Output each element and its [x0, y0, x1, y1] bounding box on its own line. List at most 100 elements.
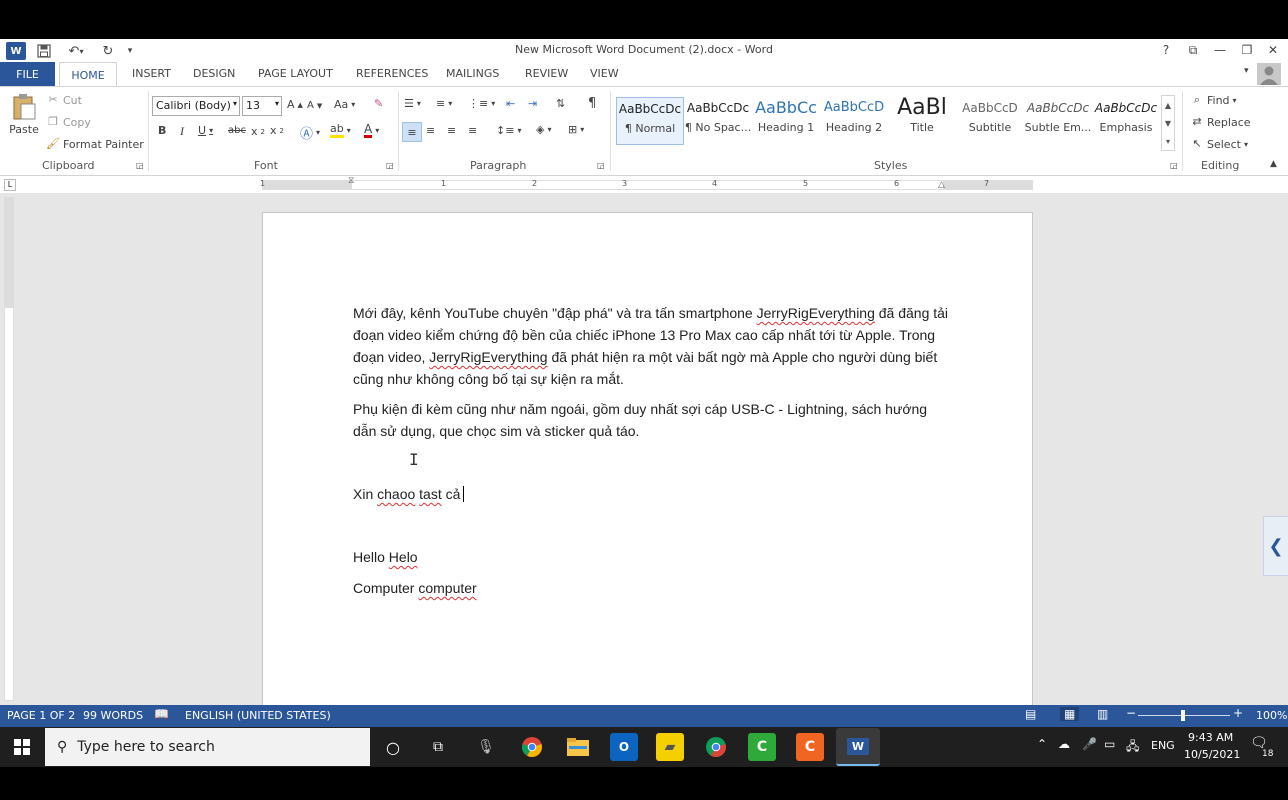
restore-button[interactable]: ❐	[1236, 41, 1258, 59]
cortana-icon[interactable]: ○	[379, 733, 407, 761]
file-explorer-icon[interactable]	[564, 733, 592, 761]
cloud-icon[interactable]: ☁	[1058, 737, 1070, 751]
recorder-icon[interactable]: C	[796, 733, 824, 761]
tab-references[interactable]: REFERENCES	[356, 67, 428, 80]
zoom-out-icon[interactable]: −	[1126, 706, 1136, 720]
find-button[interactable]: ⌕ Find ▾	[1190, 93, 1237, 107]
network-icon[interactable]: 🖧	[1126, 737, 1139, 758]
side-panel-toggle-icon[interactable]: ❮	[1263, 516, 1288, 576]
style-subtitle[interactable]: AaBbCcD Subtitle	[956, 97, 1024, 145]
increase-indent-icon[interactable]: ⇥	[528, 97, 537, 110]
paragraph-4[interactable]: Hello Helo	[353, 546, 953, 568]
bold-button[interactable]: B	[158, 124, 166, 137]
account-dropdown-icon[interactable]: ▾	[1244, 66, 1249, 76]
tab-insert[interactable]: INSERT	[132, 67, 171, 80]
select-button[interactable]: ↖ Select ▾	[1190, 137, 1248, 151]
document-page[interactable]: Mới đây, kênh YouTube chuyên "đập phá" v…	[262, 212, 1033, 712]
input-language[interactable]: ENG	[1151, 739, 1175, 752]
tab-file[interactable]: FILE	[0, 62, 55, 86]
align-center-button[interactable]: ≡	[426, 124, 435, 137]
style-no-spacing[interactable]: AaBbCcDc ¶ No Spac...	[684, 97, 752, 145]
outlook-icon[interactable]: O	[610, 733, 638, 761]
taskbar-search[interactable]: ⚲ Type here to search	[45, 728, 370, 766]
shrink-font-button[interactable]: A ▼	[307, 100, 322, 111]
start-button[interactable]	[0, 727, 44, 767]
text-effects-icon[interactable]: Ⓐ ▾	[300, 123, 320, 142]
subscript-button[interactable]: x2	[251, 125, 265, 138]
ribbon-display-options-button[interactable]: ⧉	[1182, 41, 1204, 59]
language-indicator[interactable]: ENGLISH (UNITED STATES)	[185, 709, 331, 722]
style-title[interactable]: AaBl Title	[888, 97, 956, 145]
help-button[interactable]: ?	[1155, 41, 1177, 59]
format-painter-button[interactable]: 🖌 Format Painter	[46, 137, 144, 151]
word-count[interactable]: 99 WORDS	[83, 709, 143, 722]
zoom-in-icon[interactable]: +	[1233, 706, 1243, 720]
line-spacing-button[interactable]: ↕≡ ▾	[496, 124, 521, 137]
sort-icon[interactable]: ⇅	[556, 97, 565, 110]
tab-page-layout[interactable]: PAGE LAYOUT	[258, 67, 333, 80]
tab-mailings[interactable]: MAILINGS	[446, 67, 499, 80]
cut-button[interactable]: ✂ Cut	[46, 93, 82, 107]
italic-button[interactable]: I	[180, 124, 184, 139]
indent-marker-icon[interactable]: ⧖	[348, 176, 354, 186]
shading-button[interactable]: ◈ ▾	[536, 123, 551, 136]
highlight-color-button[interactable]: ab ▾	[330, 123, 351, 138]
strikethrough-button[interactable]: abc	[228, 125, 246, 136]
show-hide-formatting-icon[interactable]: ¶	[588, 96, 596, 111]
justify-button[interactable]: ≡	[468, 124, 477, 137]
style-normal[interactable]: AaBbCcDc ¶ Normal	[616, 97, 684, 145]
grow-font-button[interactable]: A ▲	[287, 98, 303, 111]
zoom-slider-thumb[interactable]	[1181, 710, 1185, 721]
align-right-button[interactable]: ≡	[447, 124, 456, 137]
align-left-button[interactable]: ≡	[402, 122, 422, 142]
read-mode-icon[interactable]: ▤	[1025, 707, 1036, 721]
bullets-button[interactable]: ☰ ▾	[404, 97, 421, 110]
paste-button[interactable]: Paste	[8, 93, 40, 136]
paragraph-dialog-launcher-icon[interactable]: ◲	[597, 161, 605, 170]
task-view-icon[interactable]: ⧉	[424, 733, 452, 761]
font-color-button[interactable]: A ▾	[364, 123, 379, 138]
paragraph-1[interactable]: Mới đây, kênh YouTube chuyên "đập phá" v…	[353, 302, 953, 390]
avatar[interactable]	[1257, 63, 1281, 85]
font-size-combo[interactable]: 13 ▾	[242, 96, 282, 116]
styles-dialog-launcher-icon[interactable]: ◲	[1170, 161, 1178, 170]
style-subtle-emphasis[interactable]: AaBbCcDc Subtle Em...	[1024, 97, 1092, 145]
battery-icon[interactable]: ▭	[1104, 737, 1115, 751]
proofing-icon[interactable]: 📖	[154, 707, 169, 721]
clock-time[interactable]: 9:43 AM	[1188, 731, 1233, 744]
style-emphasis[interactable]: AaBbCcDc Emphasis	[1092, 97, 1160, 145]
clipboard-dialog-launcher-icon[interactable]: ◲	[136, 161, 144, 170]
style-heading-1[interactable]: AaBbCc Heading 1	[752, 97, 820, 145]
right-indent-marker-icon[interactable]: △	[938, 180, 945, 190]
close-button[interactable]: ✕	[1262, 41, 1284, 59]
underline-button[interactable]: U ▾	[198, 124, 213, 137]
font-dialog-launcher-icon[interactable]: ◲	[386, 161, 394, 170]
page-count[interactable]: PAGE 1 OF 2	[7, 709, 75, 722]
paragraph-3[interactable]: Xin chaoo tast cả​	[353, 483, 953, 505]
horizontal-ruler[interactable]: 1 1 2 3 4 5 6 7 ⧖ △	[260, 176, 1033, 190]
font-name-combo[interactable]: Calibri (Body) ▾	[152, 96, 240, 116]
superscript-button[interactable]: x2	[270, 124, 284, 137]
tab-design[interactable]: DESIGN	[193, 67, 235, 80]
camtasia-icon[interactable]: C	[748, 733, 776, 761]
copy-button[interactable]: ❐ Copy	[46, 115, 91, 129]
vertical-ruler[interactable]	[4, 197, 14, 701]
borders-button[interactable]: ⊞ ▾	[568, 123, 584, 136]
chrome-icon[interactable]	[518, 733, 546, 761]
decrease-indent-icon[interactable]: ⇤	[506, 97, 515, 110]
web-layout-icon[interactable]: ▥	[1097, 707, 1108, 721]
paragraph-2[interactable]: Phụ kiện đi kèm cũng như năm ngoái, gồm …	[353, 398, 953, 442]
collapse-ribbon-icon[interactable]: ▲	[1270, 159, 1277, 169]
style-heading-2[interactable]: AaBbCcD Heading 2	[820, 97, 888, 145]
zoom-level[interactable]: 100%	[1256, 709, 1287, 722]
tab-review[interactable]: REVIEW	[525, 67, 568, 80]
numbering-button[interactable]: ≡ ▾	[436, 97, 452, 110]
clock-date[interactable]: 10/5/2021	[1184, 748, 1240, 761]
chrome-alt-icon[interactable]	[702, 733, 730, 761]
paragraph-5[interactable]: Computer computer	[353, 577, 953, 599]
microphone-icon[interactable]: 🎤	[1082, 737, 1097, 751]
replace-button[interactable]: ⇄ Replace	[1190, 115, 1250, 129]
minimize-button[interactable]: —	[1209, 41, 1231, 59]
voice-recorder-icon[interactable]: 🎙	[472, 733, 500, 761]
tab-selector-icon[interactable]: L	[4, 179, 16, 191]
